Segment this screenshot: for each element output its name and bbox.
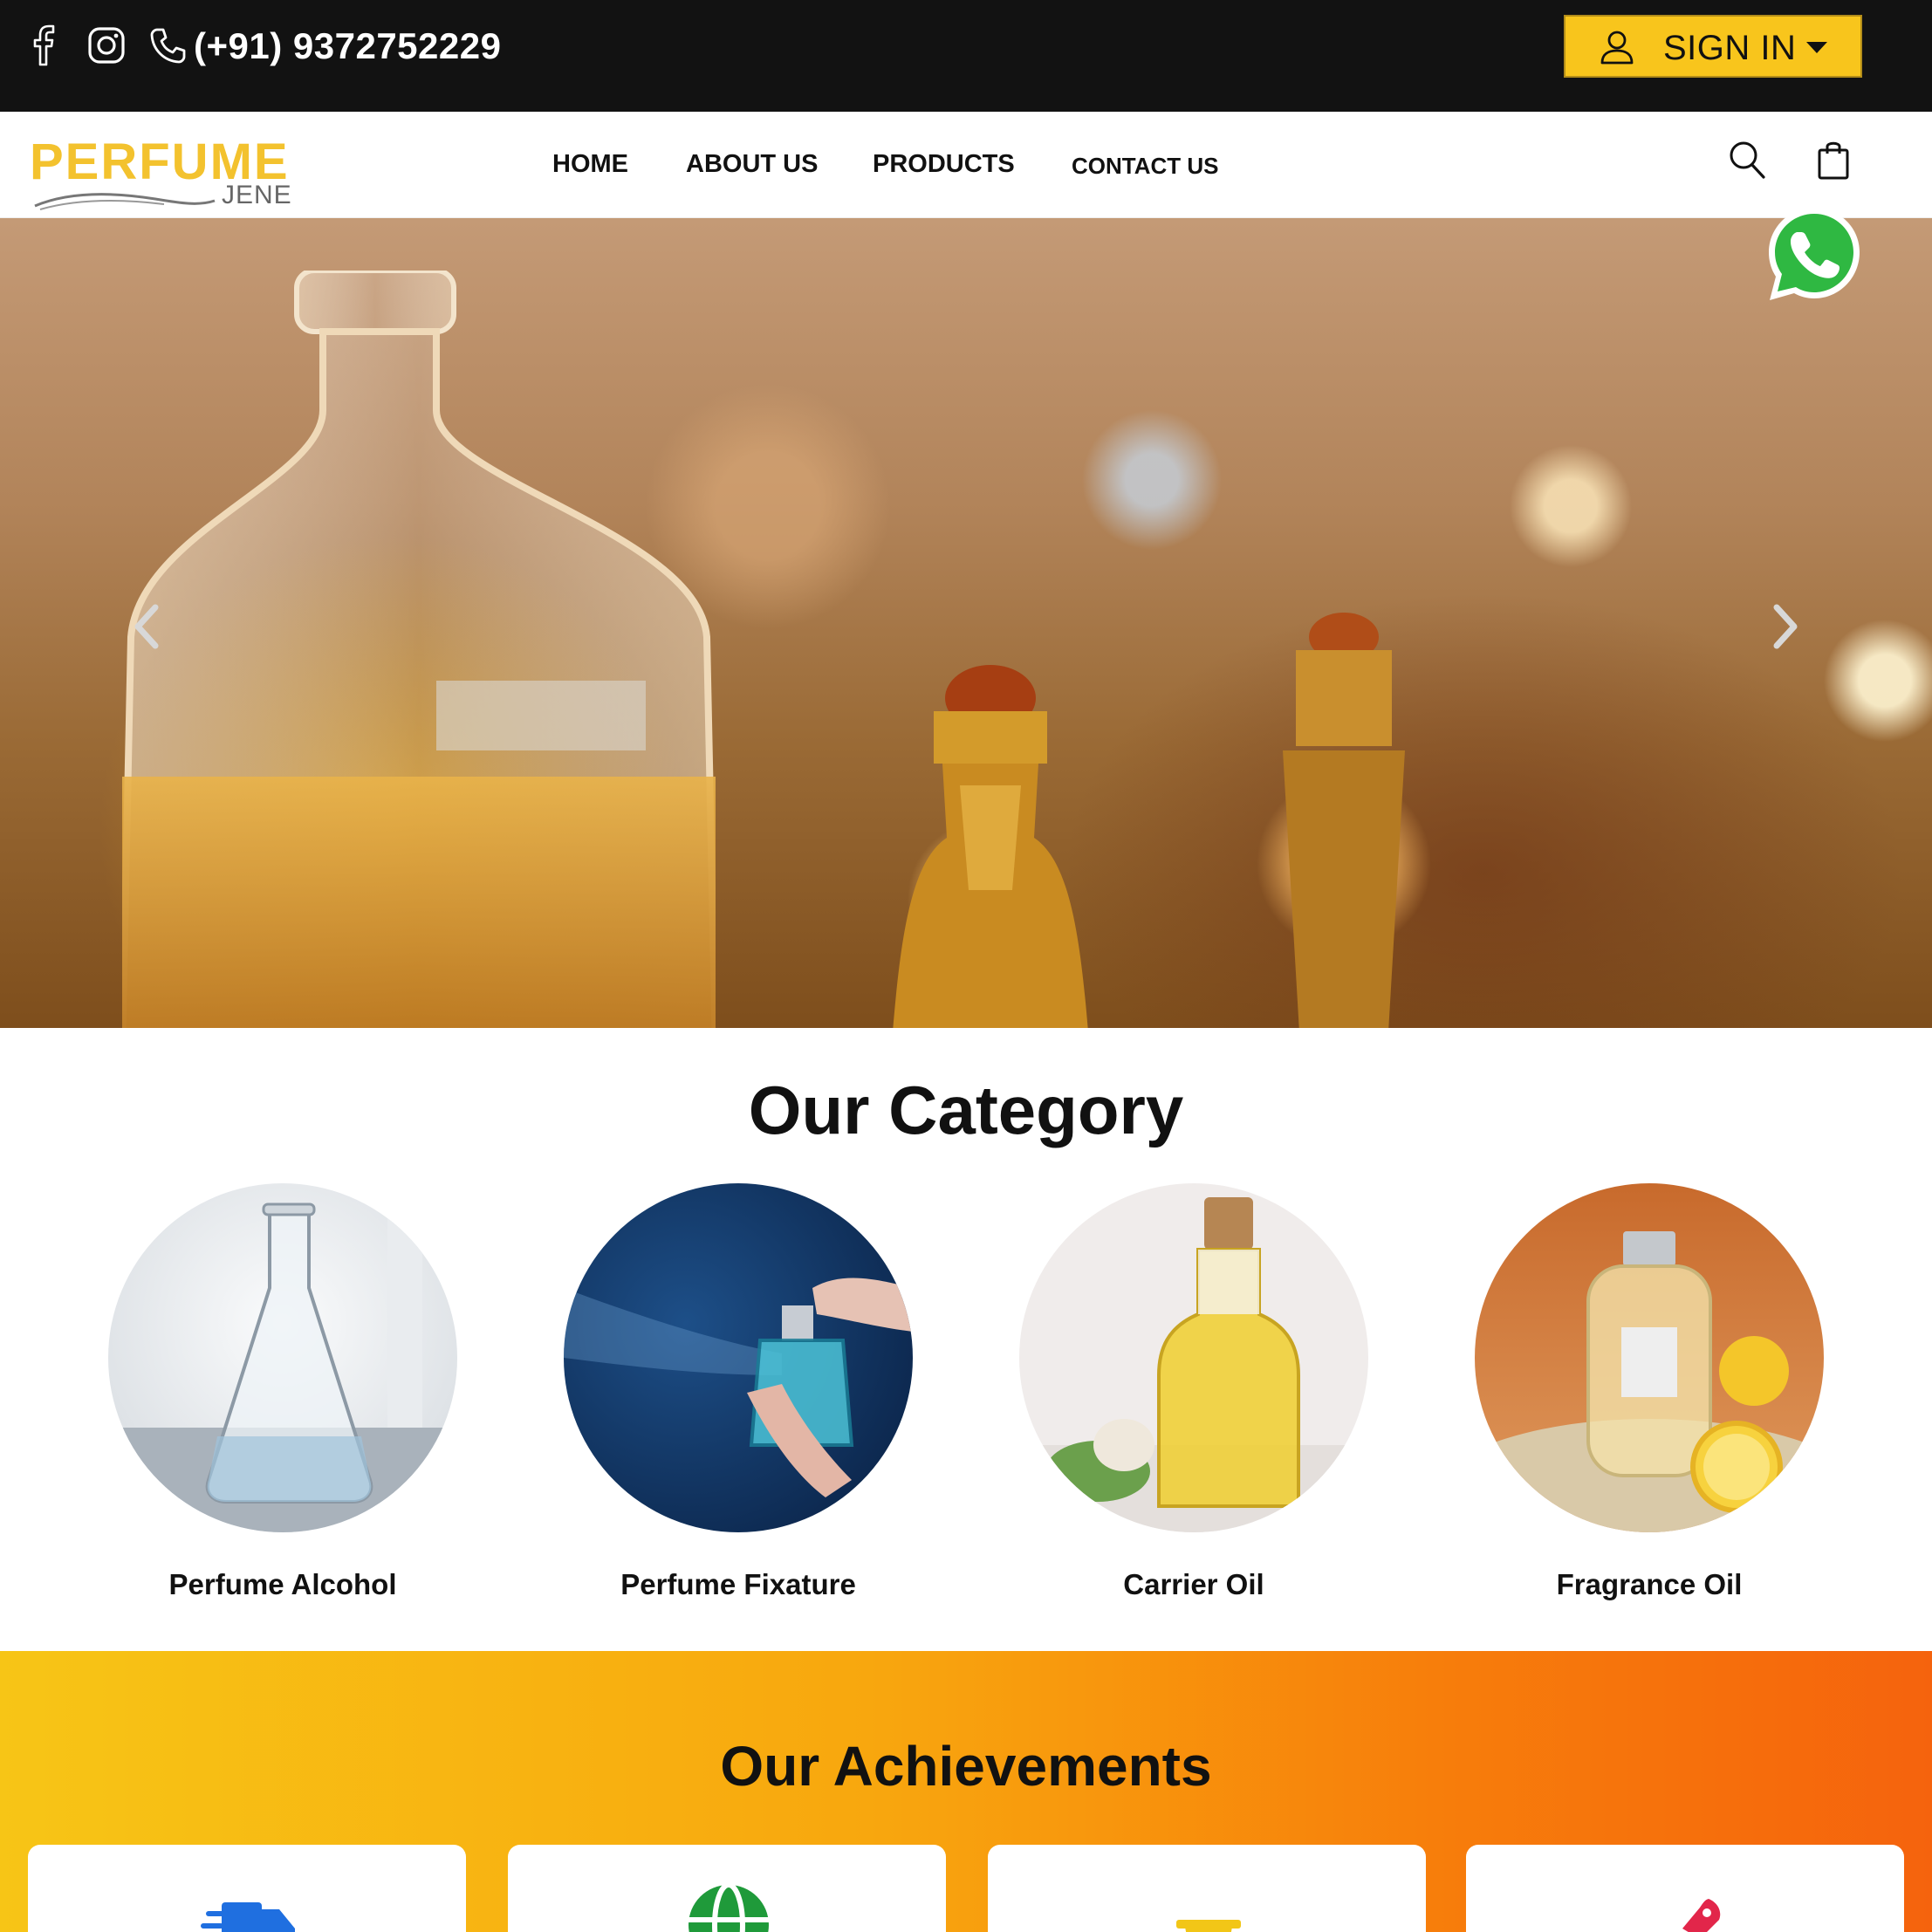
achievements-title: Our Achievements [720,1735,1212,1798]
hero-bottle-gold-second [1283,613,1405,1028]
phone-number[interactable]: (+91) 9372752229 [194,24,501,68]
category-card-perfume-fixature[interactable]: Perfume Fixature [564,1183,913,1637]
achievement-card [988,1845,1426,1932]
achievement-card [28,1845,466,1932]
delivery-truck-icon [201,1902,295,1932]
nav-about-us[interactable]: ABOUT US [686,148,818,180]
sign-in-label: SIGN IN [1663,29,1797,67]
rocket-icon [1682,1899,1721,1932]
whatsapp-icon[interactable] [1764,204,1864,304]
globe-icon [689,1882,769,1932]
achievement-card [508,1845,946,1932]
category-image-flask [108,1183,457,1532]
hero-carousel [0,218,1932,1028]
category-card-carrier-oil[interactable]: Carrier Oil [1019,1183,1368,1637]
achievement-card [1466,1845,1904,1932]
nav-products[interactable]: PRODUCTS [873,148,1015,180]
instagram-icon[interactable] [87,26,126,65]
category-label: Perfume Fixature [620,1568,856,1600]
facebook-icon[interactable] [30,24,61,66]
carousel-prev-icon[interactable] [131,602,161,651]
category-image-oil-bottle [1019,1183,1368,1532]
category-label: Fragrance Oil [1556,1568,1743,1600]
category-card-fragrance-oil[interactable]: Fragrance Oil [1475,1183,1824,1637]
category-label: Carrier Oil [1123,1568,1264,1600]
nav-contact-us[interactable]: CONTACT US [1072,150,1219,182]
sign-in-button[interactable]: SIGN IN [1564,15,1862,78]
category-section-title: Our Category [748,1072,1184,1148]
trophy-icon [1176,1920,1241,1932]
nav-home[interactable]: HOME [552,148,628,180]
logo-swoosh [34,193,216,210]
main-navbar: PERFUME JENE HOME ABOUT US PRODUCTS CONT… [0,112,1932,218]
carousel-next-icon[interactable] [1771,602,1801,651]
hero-bottle-gold [893,665,1088,1028]
site-logo[interactable]: PERFUME JENE [30,136,302,215]
category-label: Perfume Alcohol [168,1568,397,1600]
user-icon [1600,31,1634,65]
phone-icon [150,28,186,64]
logo-subtext: JENE [222,181,292,209]
achievements-section: Our Achievements [0,1651,1932,1932]
top-bar: (+91) 9372752229 SIGN IN [0,0,1932,112]
category-image-fragrance-bottle [1475,1183,1824,1532]
hero-bottle-glass [122,271,716,1028]
shopping-bag-icon[interactable] [1817,140,1850,180]
category-image-spray [564,1183,913,1532]
search-icon[interactable] [1728,140,1766,180]
category-card-perfume-alcohol[interactable]: Perfume Alcohol [108,1183,457,1637]
caret-down-icon [1806,42,1827,53]
